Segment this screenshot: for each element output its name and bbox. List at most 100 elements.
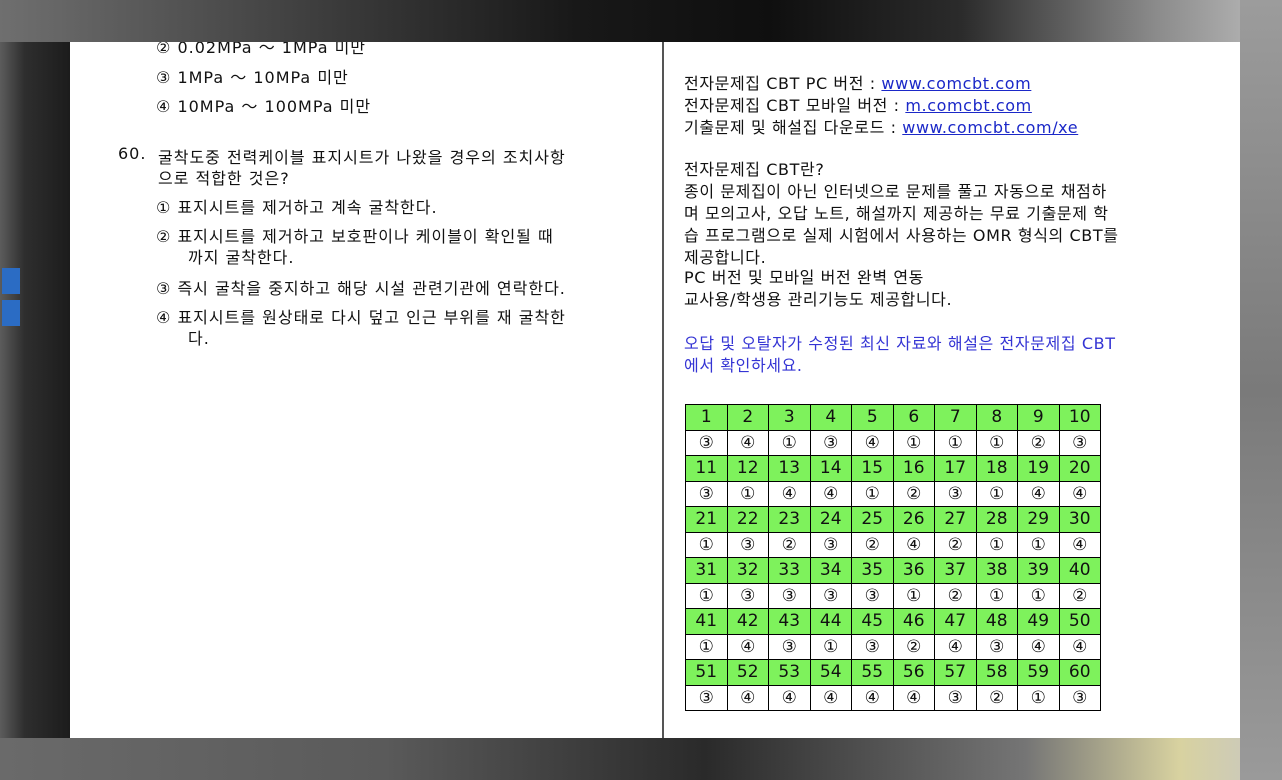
answer-cell: ③ [1058,684,1101,711]
notice-line2: 에서 확인하세요. [684,356,803,375]
question-number-cell: 45 [851,608,894,635]
question-number-cell: 37 [934,557,977,584]
prev-option-4: ④ 10MPa ～ 100MPa 미만 [156,93,371,117]
link-line-download: 기출문제 및 해설집 다운로드 : www.comcbt.com/xe [684,114,1078,138]
question-number-cell: 38 [975,557,1018,584]
question-number-cell: 9 [1017,404,1060,431]
answer-cell: ④ [1017,633,1060,660]
question-number-cell: 32 [726,557,769,584]
question-number-cell: 31 [685,557,728,584]
answer-value-row: ①④③①③②④③④④ [685,633,1101,660]
answer-cell: ③ [726,582,769,609]
exam-page: ② 0.02MPa ～ 1MPa 미만 ③ 1MPa ～ 10MPa 미만 ④ … [70,42,1240,738]
question-text-line2: 으로 적합한 것은? [158,169,290,188]
question-number-cell: 57 [934,659,977,686]
answer-cell: ③ [975,633,1018,660]
answer-cell: ① [892,429,935,456]
option-text: 0.02MPa ～ 1MPa 미만 [177,42,367,57]
question-number-cell: 18 [975,455,1018,482]
question-number-cell: 54 [809,659,852,686]
question-number-cell: 2 [726,404,769,431]
option-number: ② [156,42,172,57]
question-number-cell: 29 [1017,506,1060,533]
question-number-cell: 60 [1058,659,1101,686]
question-number-cell: 44 [809,608,852,635]
answer-cell: ① [975,582,1018,609]
question-number-cell: 41 [685,608,728,635]
question-number-cell: 1 [685,404,728,431]
question-number-cell: 28 [975,506,1018,533]
option-number: ③ [156,279,172,298]
question-number-cell: 55 [851,659,894,686]
answer-cell: ① [975,531,1018,558]
answer-cell: ① [1017,684,1060,711]
question-number: 60. [118,144,147,163]
prev-option-2: ② 0.02MPa ～ 1MPa 미만 [156,42,366,58]
answer-cell: ④ [892,531,935,558]
answer-number-row: 21 22 23 24 25 26 27 28 29 30 [685,506,1101,533]
background-left [0,0,70,780]
answer-cell: ② [1017,429,1060,456]
link-line-pc: 전자문제집 CBT PC 버전 : www.comcbt.com [684,70,1031,94]
answer-cell: ③ [809,429,852,456]
option-text: 즉시 굴착을 중지하고 해당 시설 관련기관에 연락한다. [177,279,566,298]
about-text-line: 습 프로그램으로 실제 시험에서 사용하는 OMR 형식의 CBT를 [684,226,1119,245]
answer-cell: ③ [768,582,811,609]
prev-option-3: ③ 1MPa ～ 10MPa 미만 [156,64,349,88]
answer-cell: ① [768,429,811,456]
link-label: 전자문제집 CBT 모바일 버전 : [684,96,906,115]
answer-cell: ③ [768,633,811,660]
question-number-cell: 53 [768,659,811,686]
background-right [1240,0,1282,780]
question-number-cell: 24 [809,506,852,533]
answer-value-row: ③④④④④④③②①③ [685,684,1101,711]
option-text: 표지시트를 원상태로 다시 덮고 인근 부위를 재 굴착한 [177,308,566,327]
question-number-cell: 51 [685,659,728,686]
answer-cell: ① [1017,582,1060,609]
question-number-cell: 59 [1017,659,1060,686]
answer-cell: ② [1058,582,1101,609]
answer-cell: ③ [726,531,769,558]
background-blue-mark [2,300,20,326]
answer-cell: ③ [851,633,894,660]
question-number-cell: 20 [1058,455,1101,482]
about-text-line: 교사용/학생용 관리기능도 제공합니다. [684,290,953,309]
question-number-cell: 16 [892,455,935,482]
about-text-line: PC 버전 및 모바일 버전 완벽 연동 [684,268,924,287]
question-number-cell: 17 [934,455,977,482]
question-number-cell: 10 [1058,404,1101,431]
question-number-cell: 5 [851,404,894,431]
answer-cell: ③ [851,582,894,609]
answer-cell: ① [809,633,852,660]
answer-cell: ④ [726,429,769,456]
link-label: 전자문제집 CBT PC 버전 : [684,74,882,93]
answer-cell: ② [892,480,935,507]
link-label: 기출문제 및 해설집 다운로드 : [684,118,903,137]
download-link[interactable]: www.comcbt.com/xe [902,118,1078,137]
question-number-cell: 48 [975,608,1018,635]
answer-cell: ④ [726,684,769,711]
answer-cell: ④ [1017,480,1060,507]
question-number-cell: 13 [768,455,811,482]
answer-cell: ② [934,531,977,558]
answer-cell: ④ [1058,531,1101,558]
answer-cell: ③ [809,582,852,609]
question-number-cell: 25 [851,506,894,533]
answer-cell: ① [685,531,728,558]
question-number-cell: 19 [1017,455,1060,482]
option-text: 1MPa ～ 10MPa 미만 [177,68,349,87]
answer-cell: ① [975,429,1018,456]
question-number-cell: 36 [892,557,935,584]
mobile-version-link[interactable]: m.comcbt.com [905,96,1032,115]
about-text-line: 며 모의고사, 오답 노트, 해설까지 제공하는 무료 기출문제 학 [684,204,1109,223]
answer-cell: ④ [1058,633,1101,660]
answer-cell: ① [685,633,728,660]
question-number-cell: 58 [975,659,1018,686]
pc-version-link[interactable]: www.comcbt.com [881,74,1031,93]
option-text: 표지시트를 제거하고 계속 굴착한다. [177,198,438,217]
answer-number-row: 41 42 43 44 45 46 47 48 49 50 [685,608,1101,635]
about-text-line: 종이 문제집이 아닌 인터넷으로 문제를 풀고 자동으로 채점하 [684,182,1107,201]
question-number-cell: 8 [975,404,1018,431]
answer-cell: ② [975,684,1018,711]
option-1: ① 표지시트를 제거하고 계속 굴착한다. [156,194,438,218]
